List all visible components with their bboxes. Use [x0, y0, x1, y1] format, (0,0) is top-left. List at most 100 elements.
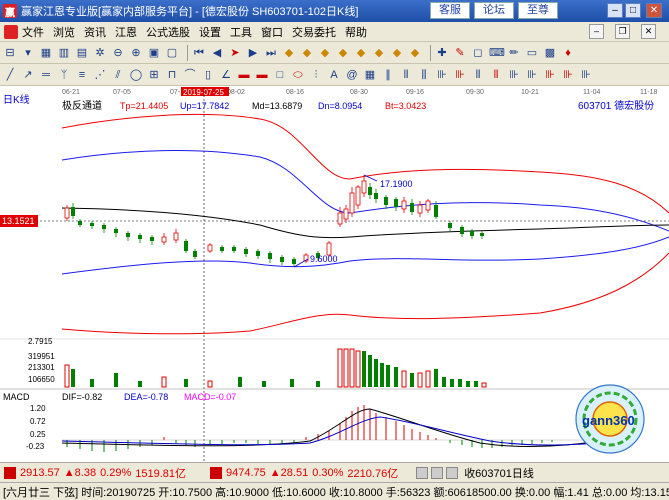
draw-fib-icon[interactable]: ≡	[75, 68, 89, 82]
date-tick: 07-05	[113, 89, 131, 96]
child-minimize-button[interactable]: –	[589, 24, 604, 39]
candle-icon[interactable]: ▥	[57, 46, 71, 60]
draw-spiral-icon[interactable]: @	[345, 68, 359, 82]
chart-type-icon[interactable]: ⊟	[3, 46, 17, 60]
draw-hline-icon[interactable]: ═	[39, 68, 53, 82]
first-icon[interactable]: ⏮	[192, 46, 206, 60]
draw-end-icon[interactable]: ⊪	[579, 68, 593, 82]
draw-angle-icon[interactable]: ∠	[219, 68, 233, 82]
tray-icon-3[interactable]	[446, 466, 459, 479]
date-tick: 09-30	[466, 89, 484, 96]
diamond-icon-4[interactable]: ◆	[336, 46, 350, 60]
next-icon[interactable]: ▶	[246, 46, 260, 60]
volume-bar	[349, 348, 355, 388]
maximize-button[interactable]: □	[625, 3, 641, 18]
draw-fence2-icon[interactable]: ⊪	[525, 68, 539, 82]
draw-line-icon[interactable]: ╱	[3, 68, 17, 82]
draw-fence-icon[interactable]: ⊪	[435, 68, 449, 82]
menu-help[interactable]: 帮助	[345, 24, 367, 40]
prev-icon[interactable]: ◀	[210, 46, 224, 60]
layout-icon[interactable]: ▭	[525, 46, 539, 60]
menu-window[interactable]: 窗口	[261, 24, 283, 40]
tray-icon-2[interactable]	[431, 466, 444, 479]
draw-arc-icon[interactable]: ⌒	[183, 68, 197, 82]
diamond-icon-8[interactable]: ◆	[408, 46, 422, 60]
draw-square-icon[interactable]: □	[273, 68, 287, 82]
minimize-button[interactable]: –	[607, 3, 623, 18]
tray-icon-1[interactable]	[416, 466, 429, 479]
diamond-icon-7[interactable]: ◆	[390, 46, 404, 60]
draw-redbars3-icon[interactable]: ⊪	[561, 68, 575, 82]
draw-fan-icon[interactable]: ⋰	[93, 68, 107, 82]
hide-icon[interactable]: ▢	[165, 46, 179, 60]
dropdown-icon[interactable]: ▾	[21, 46, 35, 60]
pen-icon[interactable]: ✏	[507, 46, 521, 60]
macd-label: MACD	[3, 392, 30, 402]
draw-cycle-icon[interactable]: ⊓	[165, 68, 179, 82]
draw-redbars-icon[interactable]: ⊪	[453, 68, 467, 82]
cursor-icon[interactable]: ➤	[228, 46, 242, 60]
draw-fork-icon[interactable]: ᛘ	[57, 68, 71, 82]
premium-link[interactable]: 至尊	[518, 2, 558, 19]
customer-service-link[interactable]: 客服	[430, 2, 470, 19]
menu-trade[interactable]: 交易委托	[292, 24, 336, 40]
draw-multi-icon[interactable]: ⊪	[507, 68, 521, 82]
menu-settings[interactable]: 设置	[199, 24, 221, 40]
up-value: Up=17.7842	[180, 101, 229, 111]
draw-comb-icon[interactable]: ⫴	[399, 68, 413, 82]
high-price-label: 17.1900	[380, 179, 413, 189]
volume-bar	[337, 348, 343, 388]
draw-steps-icon[interactable]: ⫶	[309, 68, 323, 82]
candle	[368, 183, 372, 199]
draw-ray-icon[interactable]: ↗	[21, 68, 35, 82]
diamond-icon-2[interactable]: ◆	[300, 46, 314, 60]
index2-amount: 2210.76亿	[347, 467, 399, 480]
zoom-out-icon[interactable]: ⊖	[111, 46, 125, 60]
app-logo-icon: 赢	[3, 4, 17, 19]
menu-browse[interactable]: 浏览	[53, 24, 75, 40]
menu-formula[interactable]: 公式选股	[146, 24, 190, 40]
keypad-icon[interactable]: ⌨	[489, 46, 505, 60]
alert-icon[interactable]: ♦	[561, 46, 575, 60]
draw-redlines-icon[interactable]: ⦀	[489, 68, 503, 82]
draw-ellipse-icon[interactable]: ⬭	[291, 68, 305, 82]
child-restore-button[interactable]: ❐	[615, 24, 630, 39]
forum-link[interactable]: 论坛	[474, 2, 514, 19]
chart-icon[interactable]: ▩	[543, 46, 557, 60]
zoom-in-icon[interactable]: ⊕	[129, 46, 143, 60]
crosshair-icon[interactable]: ✚	[435, 46, 449, 60]
menu-info[interactable]: 资讯	[84, 24, 106, 40]
child-close-button[interactable]: ✕	[641, 24, 656, 39]
draw-gann-icon[interactable]: ⊞	[147, 68, 161, 82]
draw-bars-icon[interactable]: ∥	[381, 68, 395, 82]
fit-icon[interactable]: ▣	[147, 46, 161, 60]
draw-box-icon[interactable]: ▯	[201, 68, 215, 82]
menu-file[interactable]: 文件	[22, 24, 44, 40]
menu-gann[interactable]: 江恩	[115, 24, 137, 40]
title-links: 客服 论坛 至尊	[430, 2, 562, 19]
draw-rect-icon[interactable]: ▬	[237, 68, 251, 82]
pin-icon[interactable]: ✎	[453, 46, 467, 60]
ruler-icon[interactable]: ▤	[75, 46, 89, 60]
diamond-icon-5[interactable]: ◆	[354, 46, 368, 60]
close-button[interactable]: ✕	[646, 3, 662, 18]
diamond-icon-3[interactable]: ◆	[318, 46, 332, 60]
gear-icon[interactable]: ✲	[93, 46, 107, 60]
menu-tools[interactable]: 工具	[230, 24, 252, 40]
draw-redbars2-icon[interactable]: ⊪	[543, 68, 557, 82]
last-icon[interactable]: ⏭	[264, 46, 278, 60]
diamond-icon-1[interactable]: ◆	[282, 46, 296, 60]
draw-text-icon[interactable]: A	[327, 68, 341, 82]
draw-grid2-icon[interactable]: ▦	[363, 68, 377, 82]
draw-circle-icon[interactable]: ◯	[129, 68, 143, 82]
draw-lines-icon[interactable]: ⦀	[471, 68, 485, 82]
draw-parallel-icon[interactable]: ⫼	[417, 68, 431, 82]
square-icon[interactable]: ◻	[471, 46, 485, 60]
draw-channel-icon[interactable]: ⫽	[111, 68, 125, 82]
volume-bar	[184, 379, 188, 387]
draw-rect2-icon[interactable]: ▬	[255, 68, 269, 82]
diamond-icon-6[interactable]: ◆	[372, 46, 386, 60]
grid-icon[interactable]: ▦	[39, 46, 53, 60]
index2-change: ▲28.51	[269, 466, 309, 479]
kline-chart-panel[interactable]: 06-21 07-05 07-19 08-02 08-16 08-30 09-1…	[0, 87, 669, 462]
